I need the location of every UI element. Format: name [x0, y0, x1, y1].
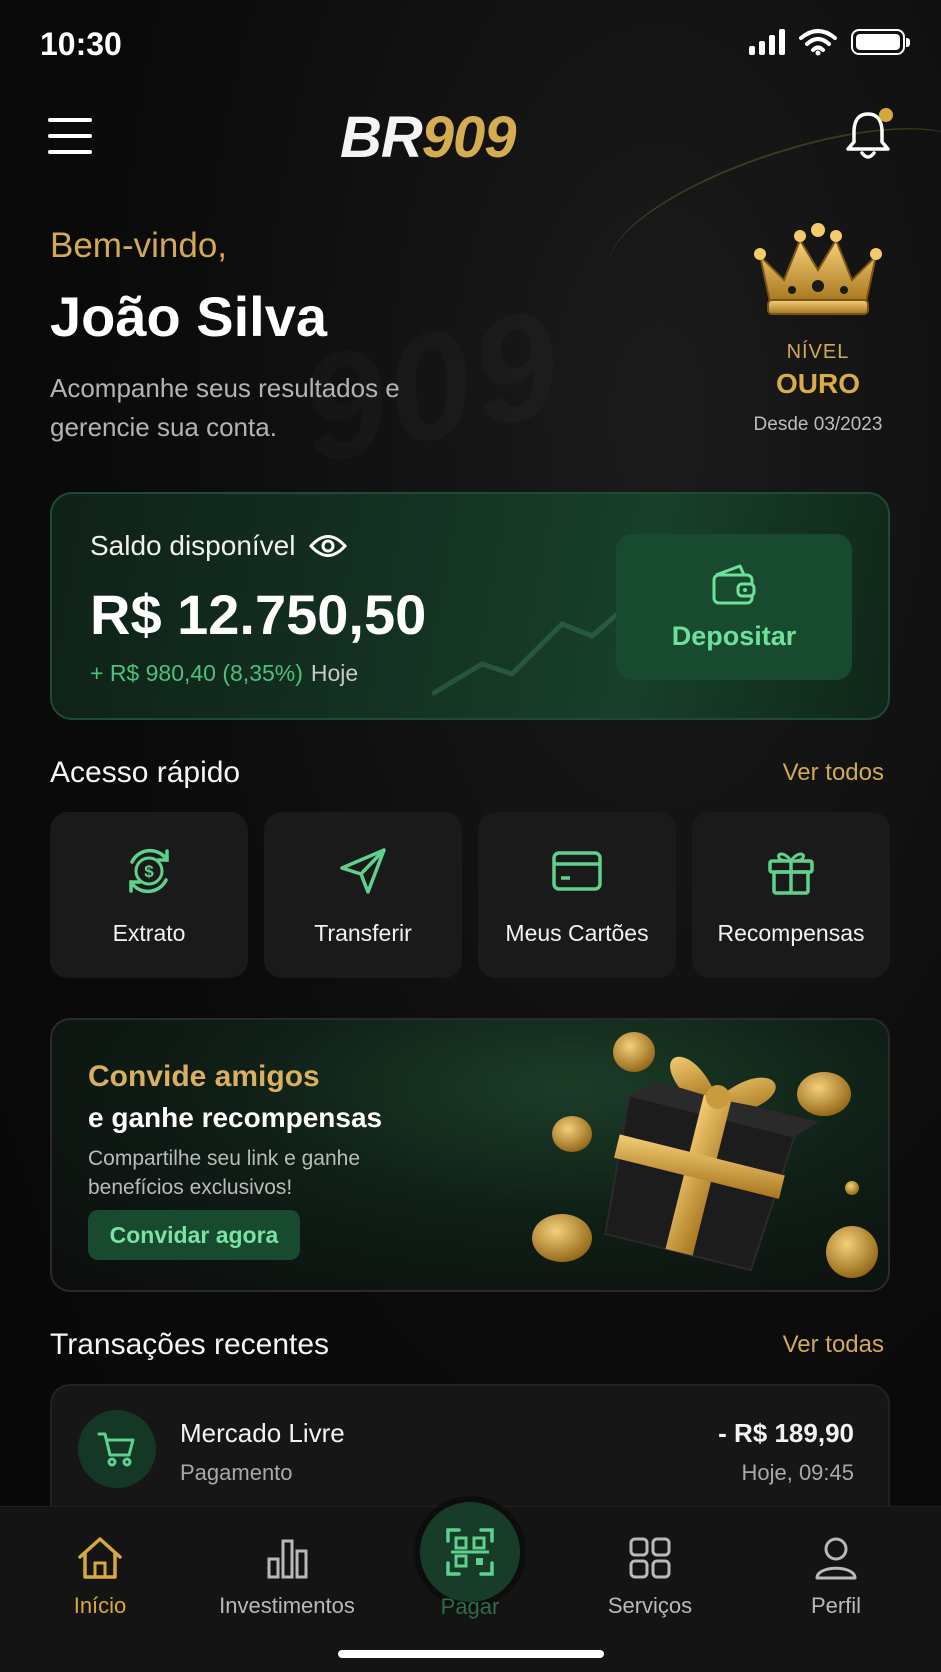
quick-item-label: Recompensas [717, 919, 865, 946]
nav-label: Início [73, 1593, 127, 1618]
balance-label-row: Saldo disponível [90, 530, 348, 562]
balance-change-period: Hoje [310, 660, 359, 686]
level-badge[interactable]: NÍVEL OURO Desde 03/2023 [743, 222, 893, 436]
transaction-type: Pagamento [180, 1460, 293, 1485]
quick-access-header: Acesso rápido Ver todos [50, 756, 890, 790]
see-all-transactions-link[interactable]: Ver todas [783, 1331, 884, 1359]
bar-chart-icon [267, 1539, 308, 1579]
nav-item-perfil[interactable]: Perfil [746, 1535, 926, 1619]
app-header: BR909 [0, 98, 941, 178]
pay-button[interactable] [420, 1502, 520, 1602]
nav-item-servicos[interactable]: Serviços [560, 1535, 740, 1619]
qr-scan-icon [446, 1528, 494, 1576]
nav-item-inicio[interactable]: Início [10, 1535, 190, 1619]
notifications-button[interactable] [843, 108, 897, 164]
grid-icon [629, 1537, 671, 1579]
user-icon [815, 1537, 857, 1580]
referral-subtitle: e ganhe recompensas [88, 1102, 383, 1133]
transactions-title: Transações recentes [50, 1328, 330, 1361]
quick-access-title: Acesso rápido [50, 756, 241, 789]
signal-icon [749, 29, 785, 55]
brand-logo: BR909 [340, 105, 517, 170]
see-all-quick-link[interactable]: Ver todos [783, 759, 884, 787]
balance-amount: R$ 12.750,50 [90, 583, 427, 646]
status-bar: 10:30 [0, 0, 941, 88]
dollar-cycle-icon: $ [129, 848, 169, 893]
quick-item-label: Extrato [112, 919, 186, 946]
quick-item-transferir[interactable]: Transferir [264, 812, 462, 978]
deposit-button[interactable]: Depositar [616, 534, 852, 680]
level-label: NÍVEL [786, 341, 850, 363]
transaction-icon-circle [78, 1410, 156, 1488]
status-time: 10:30 [40, 26, 122, 62]
balance-label: Saldo disponível [90, 530, 296, 561]
quick-item-label: Meus Cartões [505, 919, 649, 946]
nav-label: Serviços [607, 1593, 693, 1618]
quick-access-grid: $ Extrato Transferir Meus Cartões Recomp… [50, 812, 890, 978]
crown-icon [754, 223, 882, 315]
balance-change-value: + R$ 980,40 (8,35%) [90, 660, 303, 686]
svg-text:$: $ [144, 862, 154, 881]
gift-icon [768, 852, 814, 895]
welcome-subtitle: Acompanhe seus resultados e gerencie sua… [50, 373, 400, 442]
quick-item-cartoes[interactable]: Meus Cartões [478, 812, 676, 978]
balance-change: + R$ 980,40 (8,35%) Hoje [90, 660, 358, 687]
transaction-name: Mercado Livre [180, 1418, 345, 1448]
menu-icon[interactable] [48, 116, 92, 156]
eye-icon[interactable] [309, 533, 348, 559]
referral-description: Compartilhe seu link e ganhe benefícios … [88, 1147, 360, 1199]
send-icon [340, 847, 386, 894]
welcome-section: Bem-vindo, João Silva Acompanhe seus res… [50, 226, 450, 447]
battery-icon [851, 29, 910, 55]
level-tier: OURO [776, 368, 860, 399]
transaction-time: Hoje, 09:45 [741, 1460, 854, 1485]
quick-item-recompensas[interactable]: Recompensas [692, 812, 890, 978]
referral-title: Convide amigos [88, 1060, 320, 1093]
notification-dot [879, 108, 893, 122]
transactions-header: Transações recentes Ver todas [50, 1328, 890, 1362]
deposit-label: Depositar [671, 620, 797, 651]
cart-icon [97, 1432, 135, 1467]
quick-item-extrato[interactable]: $ Extrato [50, 812, 248, 978]
app-screen: 909 10:30 BR909 [0, 0, 941, 1672]
quick-item-label: Transferir [314, 919, 412, 946]
nav-label: Investimentos [219, 1593, 355, 1618]
nav-item-investimentos[interactable]: Investimentos [197, 1535, 377, 1619]
status-icons [749, 28, 910, 56]
home-indicator[interactable] [338, 1650, 604, 1658]
home-icon [78, 1537, 122, 1579]
greeting-text: Bem-vindo, [50, 226, 228, 265]
card-icon [552, 850, 602, 891]
level-since: Desde 03/2023 [753, 414, 883, 435]
wallet-icon [712, 564, 756, 604]
gift-box-illustration [532, 1032, 878, 1278]
wifi-icon [799, 29, 837, 56]
balance-card: Saldo disponível R$ 12.750,50 + R$ 980,4… [50, 492, 890, 720]
transaction-amount: - R$ 189,90 [718, 1418, 854, 1448]
nav-label: Perfil [810, 1593, 862, 1618]
pay-label: Pagar [440, 1594, 500, 1619]
referral-banner[interactable]: Convide amigos e ganhe recompensas Compa… [50, 1018, 890, 1292]
invite-now-button[interactable]: Convidar agora [88, 1210, 300, 1260]
user-name: João Silva [50, 285, 328, 348]
